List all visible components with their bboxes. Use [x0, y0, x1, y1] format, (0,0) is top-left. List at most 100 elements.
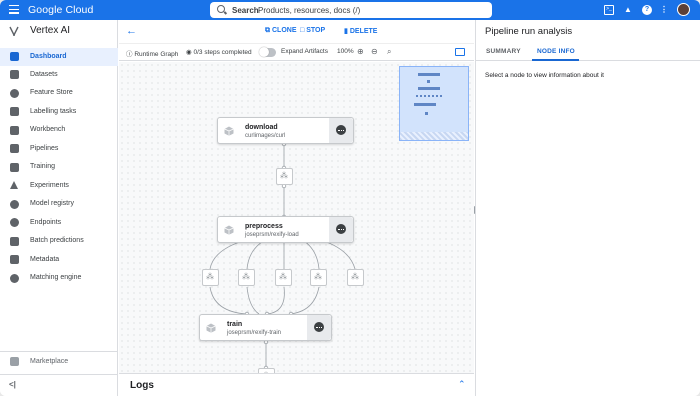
stop-button[interactable]: □ STOP [300, 27, 325, 34]
runtime-graph-info[interactable]: ⓘ Runtime Graph [126, 48, 178, 58]
zoom-in-icon[interactable]: ⊕ [357, 47, 364, 56]
artifact-node[interactable] [202, 269, 219, 286]
product-header: Vertex AI [0, 20, 118, 42]
dashboard-icon [10, 52, 19, 61]
marketplace-icon [10, 357, 19, 366]
workbench-icon [10, 125, 19, 135]
sidebar-item-workbench[interactable]: Workbench [0, 122, 118, 140]
batch-predictions-icon [10, 236, 19, 246]
product-name: Vertex AI [30, 25, 71, 36]
hamburger-menu-icon[interactable] [9, 5, 19, 14]
metadata-icon [10, 255, 19, 264]
endpoints-icon [10, 218, 19, 227]
sidebar-item-label: Training [30, 163, 56, 170]
back-arrow-icon[interactable]: ← [126, 25, 137, 37]
zoom-reset-icon[interactable]: ⌕ [387, 47, 391, 57]
sidebar-item-pipelines[interactable]: Pipelines [0, 140, 118, 158]
logs-panel-header[interactable]: Logs ⌃ [119, 373, 474, 396]
divider [0, 374, 118, 375]
side-panel-toggle-icon[interactable] [455, 48, 465, 56]
panel-tabs: SUMMARY NODE INFO [476, 43, 700, 61]
sidebar-item-model-registry[interactable]: Model registry [0, 196, 118, 214]
zoom-level: 100% [337, 48, 354, 55]
expand-artifacts-label: Expand Artifacts [281, 48, 328, 55]
sidebar-item-dashboard[interactable]: Dashboard [0, 48, 118, 66]
sidebar-item-label: Model registry [30, 200, 74, 207]
graph-canvas[interactable]: download curlimages/curl preprocess jose… [119, 62, 474, 378]
steps-status: ◉ 0/3 steps completed [186, 48, 252, 56]
action-bar: ← ⧉ CLONE □ STOP ▮ DELETE [119, 20, 474, 43]
graph-minimap[interactable] [399, 66, 469, 141]
sidebar-item-feature-store[interactable]: Feature Store [0, 85, 118, 103]
sidebar-item-label: Endpoints [30, 218, 62, 226]
sidebar-item-label: Marketplace [30, 357, 69, 365]
vertex-ai-logo-icon [9, 26, 19, 36]
cloud-shell-icon[interactable]: >_ [604, 5, 614, 15]
artifact-node[interactable] [276, 168, 293, 185]
sidebar-item-marketplace[interactable]: Marketplace [0, 353, 118, 371]
minimap-node [427, 80, 430, 83]
brand-logo[interactable]: Google Cloud [28, 4, 93, 16]
delete-label: DELETE [349, 28, 378, 35]
clone-button[interactable]: ⧉ CLONE [265, 27, 297, 35]
flask-icon [10, 181, 18, 189]
pipeline-node-download[interactable]: download curlimages/curl [217, 117, 354, 144]
pipeline-node-train[interactable]: train joseprsm/rexify-train [199, 314, 332, 341]
sidebar-item-training[interactable]: Training [0, 159, 118, 177]
avatar[interactable] [677, 3, 690, 16]
logs-title: Logs [130, 380, 154, 391]
sidebar-item-experiments[interactable]: Experiments [0, 177, 118, 195]
sidebar-item-label: Feature Store [30, 89, 73, 96]
collapse-nav-button[interactable]: <| [9, 380, 16, 389]
zoom-out-icon[interactable]: ⊖ [371, 47, 378, 56]
expand-artifacts-toggle[interactable] [259, 47, 276, 57]
sidebar-item-endpoints[interactable]: Endpoints [0, 214, 118, 232]
stop-icon: □ [300, 27, 305, 34]
node-subtitle: joseprsm/rexify-train [227, 330, 282, 336]
sidebar-item-label: Batch predictions [30, 237, 84, 244]
clone-icon: ⧉ [265, 27, 270, 34]
minimap-hatch [400, 132, 468, 140]
help-icon[interactable]: ? [642, 5, 652, 15]
sidebar-item-label: Matching engine [30, 274, 82, 281]
search-bar[interactable]: Search Products, resources, docs (/) [210, 2, 492, 18]
app-window: Google Cloud Search Products, resources,… [0, 0, 700, 396]
artifact-node[interactable] [238, 269, 255, 286]
minimap-node [418, 87, 440, 90]
artifact-node[interactable] [310, 269, 327, 286]
notifications-bell-icon[interactable]: ▲ [623, 5, 633, 15]
sidebar-item-metadata[interactable]: Metadata [0, 251, 118, 269]
top-bar: Google Cloud Search Products, resources,… [0, 0, 700, 20]
pipeline-node-preprocess[interactable]: preprocess joseprsm/rexify-load [217, 216, 354, 243]
sidebar-item-matching-engine[interactable]: Matching engine [0, 270, 118, 288]
tab-node-info[interactable]: NODE INFO [537, 48, 575, 55]
active-tab-indicator [532, 59, 579, 61]
minimap-node [425, 112, 428, 115]
sidebar-item-label: Metadata [30, 255, 60, 263]
sidebar-item-batch-predictions[interactable]: Batch predictions [0, 233, 118, 251]
runtime-graph-label: Runtime Graph [134, 51, 179, 58]
search-placeholder[interactable]: Products, resources, docs (/) [258, 6, 360, 15]
panel-title: Pipeline run analysis [485, 26, 573, 37]
node-title: train [227, 321, 243, 328]
more-vert-icon[interactable]: ⋮ [659, 5, 669, 15]
sidebar-item-labelling-tasks[interactable]: Labelling tasks [0, 103, 118, 121]
feature-store-icon [10, 88, 19, 98]
artifact-node[interactable] [347, 269, 364, 286]
label-tag-icon [10, 107, 19, 116]
node-more-icon[interactable] [329, 118, 353, 143]
node-more-icon[interactable] [307, 315, 331, 340]
expand-logs-icon[interactable]: ⌃ [458, 379, 466, 390]
search-label: Search [232, 5, 259, 15]
sidebar-item-label: Experiments [30, 181, 69, 189]
training-icon [10, 162, 19, 172]
search-icon [217, 5, 225, 13]
steps-label: 0/3 steps completed [193, 49, 252, 56]
artifact-node[interactable] [275, 269, 292, 286]
sidebar-item-datasets[interactable]: Datasets [0, 66, 118, 84]
trash-icon: ▮ [344, 28, 348, 35]
delete-button[interactable]: ▮ DELETE [344, 27, 377, 35]
tab-summary[interactable]: SUMMARY [486, 48, 521, 55]
node-more-icon[interactable] [329, 217, 353, 242]
sidebar-item-label: Pipelines [30, 144, 59, 152]
